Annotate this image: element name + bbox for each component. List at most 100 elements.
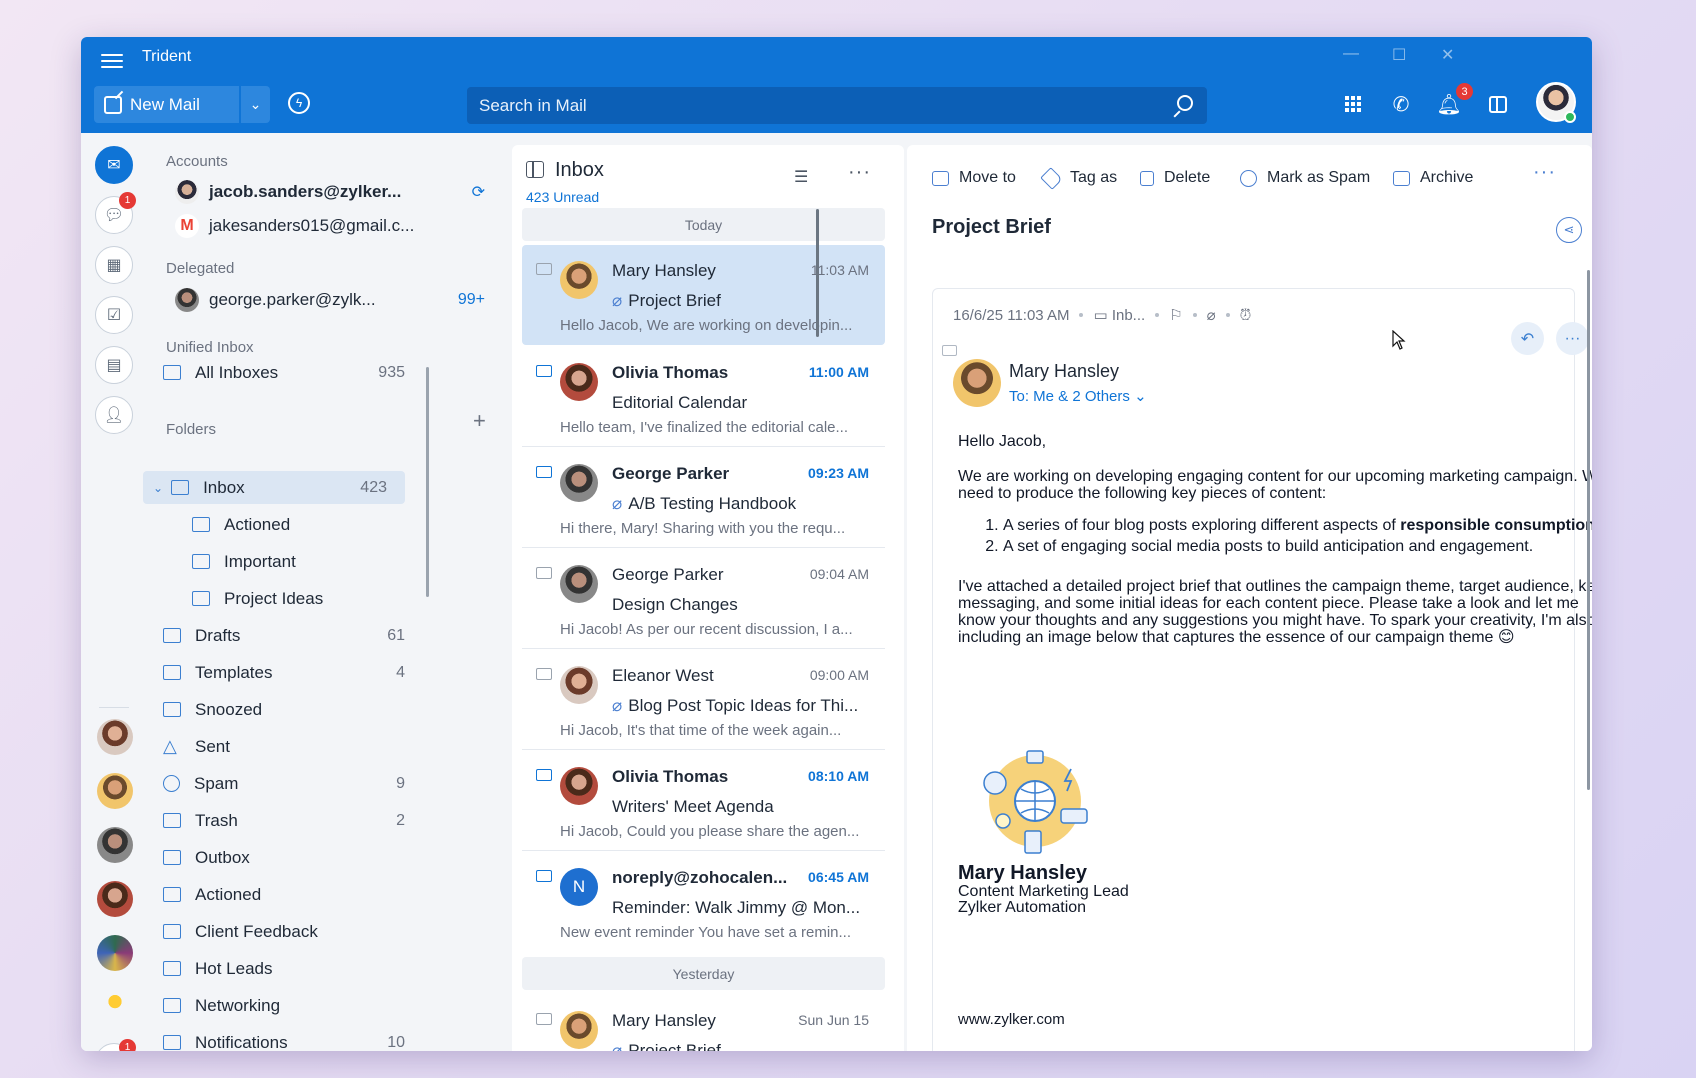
message-item[interactable]: Mary Hansley 11:03 AM ⌀ Project Brief Hel… <box>522 245 885 345</box>
new-mail-button[interactable]: New Mail <box>94 86 239 123</box>
folder-project-ideas[interactable]: Project Ideas <box>192 582 422 615</box>
maximize-button[interactable]: ☐ <box>1392 45 1406 65</box>
contact-avatar[interactable] <box>97 827 133 863</box>
mouse-cursor <box>1392 330 1406 350</box>
panel-toggle-icon[interactable] <box>1486 92 1510 116</box>
account-avatar <box>175 180 199 204</box>
apps-grid-icon[interactable] <box>1341 92 1365 116</box>
read-status-icon[interactable] <box>536 567 552 579</box>
folder-hot-leads[interactable]: Hot Leads <box>163 952 423 985</box>
app-title: Trident <box>142 48 192 65</box>
delete-button[interactable]: Delete <box>1140 169 1210 187</box>
delegated-header: Delegated <box>166 260 235 277</box>
contact-avatar[interactable] <box>97 773 133 809</box>
contact-avatar[interactable] <box>97 881 133 917</box>
new-mail-dropdown[interactable]: ⌄ <box>241 86 270 123</box>
bulb-icon[interactable] <box>97 989 133 1025</box>
close-button[interactable]: ✕ <box>1441 45 1454 65</box>
quick-actions-icon[interactable]: ϟ <box>288 92 310 114</box>
email-card: 16/6/25 11:03 AM ▭ Inb... ⚐ ⌀ ⏰︎ ↶ ··· M… <box>932 288 1592 1051</box>
unread-status-icon[interactable] <box>536 365 552 377</box>
folder-sent[interactable]: △ Sent <box>163 730 423 763</box>
folder-spam[interactable]: Spam 9 <box>163 767 423 800</box>
sender-name[interactable]: Mary Hansley <box>1009 361 1119 382</box>
read-status-icon[interactable] <box>536 263 552 275</box>
folder-all-inboxes[interactable]: All Inboxes 935 <box>163 356 423 389</box>
filter-icon[interactable]: ☰ <box>794 167 808 187</box>
unread-count[interactable]: 423 Unread <box>526 189 599 205</box>
search-input[interactable]: Search in Mail <box>467 87 1207 124</box>
reading-scrollbar[interactable] <box>1587 270 1590 790</box>
minimize-button[interactable]: — <box>1343 45 1359 63</box>
unread-status-icon[interactable] <box>536 466 552 478</box>
attachment-icon[interactable]: ⌀ <box>1207 306 1216 324</box>
reply-button[interactable]: ↶ <box>1511 322 1544 355</box>
folder-snoozed[interactable]: Snoozed <box>163 693 423 726</box>
message-item[interactable]: Eleanor West 09:00 AM ⌀ Blog Post Topic I… <box>522 650 885 750</box>
campaign-theme-image[interactable] <box>973 749 1093 859</box>
message-item[interactable]: Olivia Thomas 08:10 AM Writers' Meet Age… <box>522 751 885 851</box>
attachment-icon: ⌀ <box>612 696 623 715</box>
folder-drafts[interactable]: Drafts 61 <box>163 619 423 652</box>
account-item[interactable]: jacob.sanders@zylker... ⟳ <box>175 180 485 204</box>
sender-avatar <box>560 261 598 299</box>
folder-networking[interactable]: Networking <box>163 989 423 1022</box>
chevron-down-icon[interactable]: ⌄ <box>153 481 163 495</box>
message-item[interactable]: George Parker 09:04 AM Design Changes Hi… <box>522 549 885 649</box>
search-icon[interactable] <box>1177 95 1193 111</box>
account-item[interactable]: M jakesanders015@gmail.c... <box>175 214 485 238</box>
notes-icon[interactable]: ▤ <box>95 346 133 384</box>
folder-inbox[interactable]: ⌄ Inbox 423 <box>143 471 405 504</box>
message-item[interactable]: Mary Hansley Sun Jun 15 ⌀ Project Brief <box>522 995 885 1051</box>
read-status-icon[interactable] <box>536 1013 552 1025</box>
more-options-button[interactable]: ··· <box>1556 322 1589 355</box>
gmail-icon: M <box>175 214 199 238</box>
recipients-toggle[interactable]: To: Me & 2 Others ⌄ <box>1009 387 1147 405</box>
folder-actioned[interactable]: Actioned <box>192 508 422 541</box>
tag-as-button[interactable]: Tag as <box>1040 166 1117 190</box>
folder-notifications[interactable]: Notifications 10 <box>163 1026 423 1051</box>
collapse-pane-icon[interactable] <box>526 161 544 178</box>
tasks-icon[interactable]: ☑ <box>95 296 133 334</box>
calendar-icon[interactable]: ▦ <box>95 246 133 284</box>
sync-icon[interactable]: ⟳ <box>472 182 485 202</box>
folder-icon <box>163 1035 181 1050</box>
mail-icon[interactable]: ✉ <box>95 146 133 184</box>
folders-scrollbar[interactable] <box>426 367 429 597</box>
move-to-button[interactable]: Move to <box>932 169 1016 187</box>
share-icon[interactable]: ⋖ <box>1556 217 1582 243</box>
read-status-icon[interactable] <box>536 668 552 680</box>
unread-status-icon[interactable] <box>536 870 552 882</box>
more-actions-icon[interactable]: ··· <box>1533 161 1556 184</box>
unread-status-icon[interactable] <box>536 769 552 781</box>
reminder-icon[interactable]: ⏰︎ <box>1240 307 1252 324</box>
folder-trash[interactable]: Trash 2 <box>163 804 423 837</box>
folder-templates[interactable]: Templates 4 <box>163 656 423 689</box>
message-item[interactable]: Olivia Thomas 11:00 AM Editorial Calenda… <box>522 347 885 447</box>
phone-icon[interactable]: ✆ <box>1389 92 1413 116</box>
message-item[interactable]: N noreply@zohocalen... 06:45 AM Reminder… <box>522 852 885 952</box>
archive-button[interactable]: Archive <box>1393 169 1473 187</box>
contact-avatar[interactable] <box>97 719 133 755</box>
contacts-icon[interactable]: 👤︎ <box>95 396 133 434</box>
email-greeting: Hello Jacob, <box>958 433 1047 450</box>
add-folder-icon[interactable]: + <box>473 408 486 434</box>
folder-outbox[interactable]: Outbox <box>163 841 423 874</box>
group-avatar[interactable] <box>97 935 133 971</box>
rail-divider <box>99 707 129 708</box>
more-options-icon[interactable]: ··· <box>848 161 871 184</box>
message-item[interactable]: George Parker 09:23 AM ⌀ A/B Testing Hand… <box>522 448 885 548</box>
mark-as-spam-button[interactable]: Mark as Spam <box>1240 169 1370 187</box>
delegated-account-item[interactable]: george.parker@zylk... 99+ <box>175 288 485 312</box>
folder-important[interactable]: Important <box>192 545 422 578</box>
archive-icon <box>1393 170 1410 186</box>
folder-tag[interactable]: ▭ Inb... <box>1093 306 1145 324</box>
list-scrollbar[interactable] <box>816 209 819 337</box>
online-status-indicator <box>1564 111 1576 123</box>
menu-icon[interactable] <box>101 51 123 71</box>
folder-client-feedback[interactable]: Client Feedback <box>163 915 423 948</box>
folder-actioned-2[interactable]: Actioned <box>163 878 423 911</box>
website-link[interactable]: www.zylker.com <box>958 1011 1065 1028</box>
flag-icon[interactable]: ⚐ <box>1169 306 1182 324</box>
sender-avatar[interactable] <box>953 359 1001 407</box>
